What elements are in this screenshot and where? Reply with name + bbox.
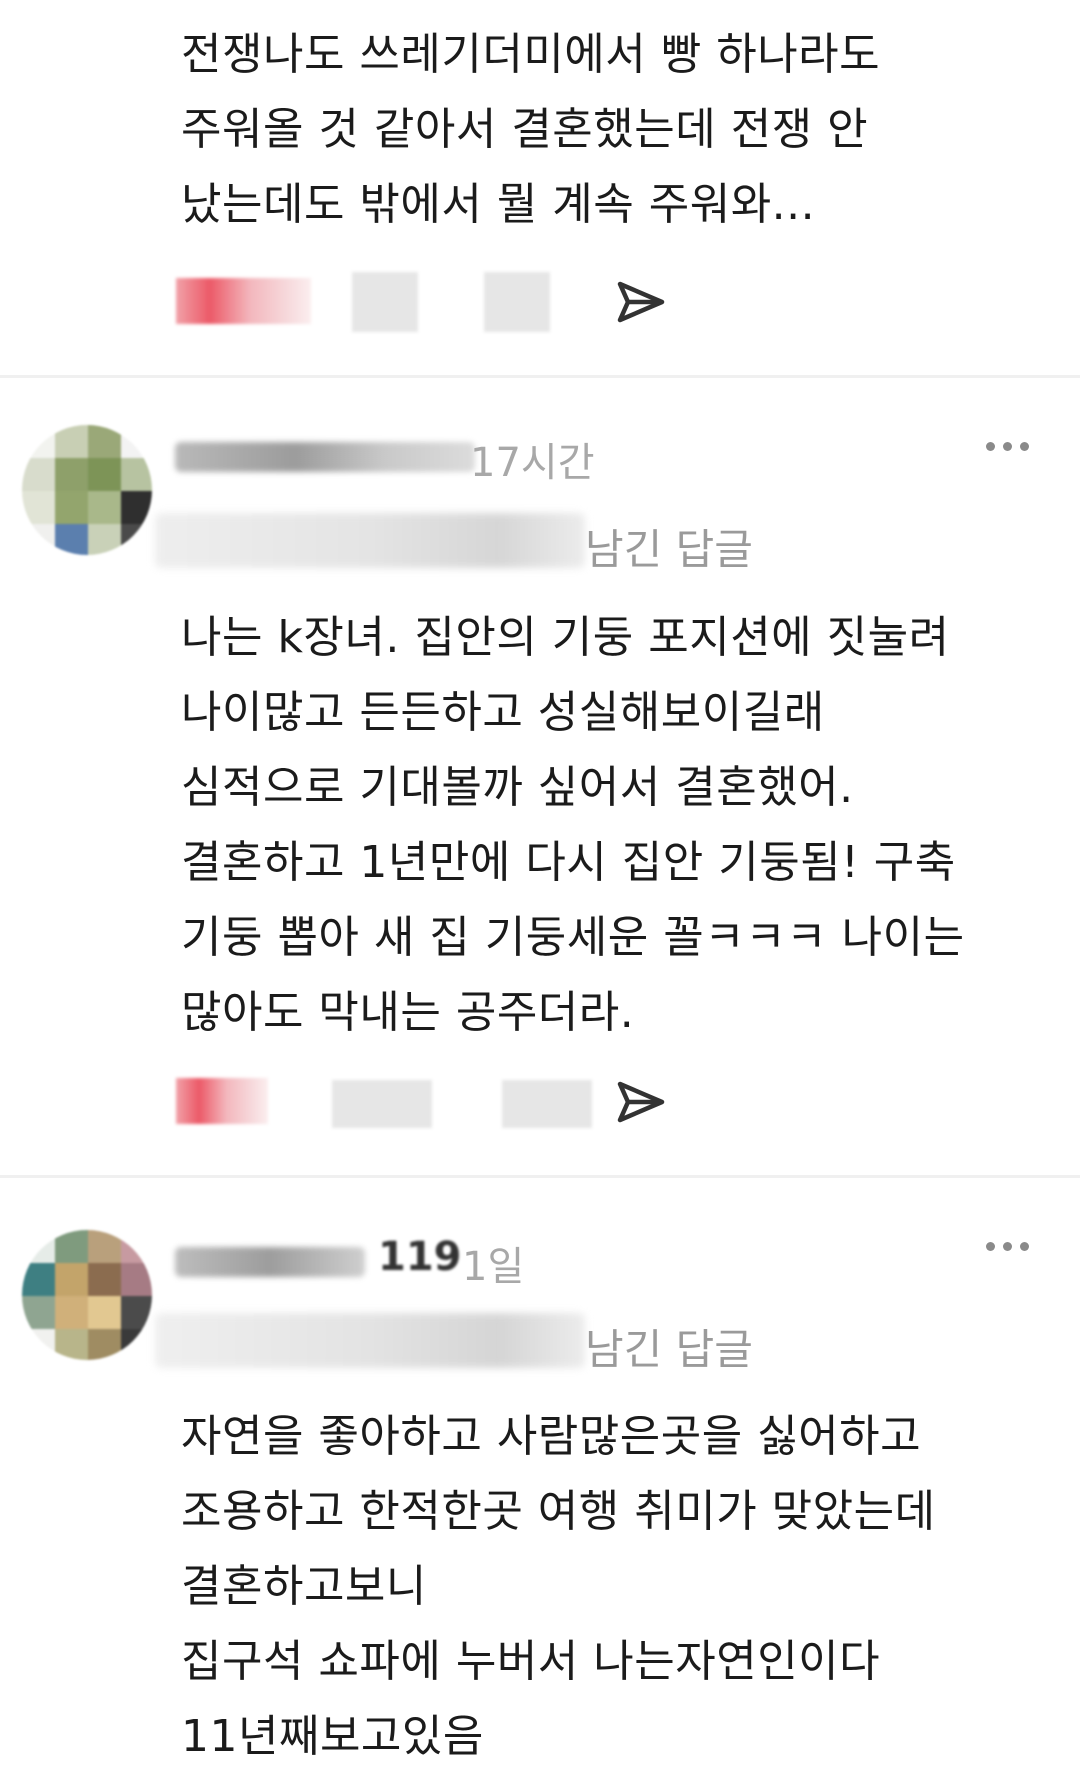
comment-line: 결혼하고 1년만에 다시 집안 기둥됨! 구축	[181, 837, 956, 888]
username[interactable]	[175, 1247, 365, 1277]
username[interactable]	[175, 442, 475, 472]
reply-label: 남긴 답글	[585, 1325, 753, 1374]
comment-line: 결혼하고보니	[181, 1561, 427, 1612]
reply-label: 남긴 답글	[585, 525, 753, 574]
send-icon[interactable]	[612, 274, 668, 330]
comment-line: 11년째보고있음	[181, 1711, 484, 1762]
comment-line: 나이많고 든든하고 성실해보이길래	[181, 687, 825, 738]
comment-divider	[0, 375, 1080, 378]
comment-actions-2	[172, 1068, 692, 1148]
comment-actions-1	[172, 268, 692, 348]
comment-line: 나는 k장녀. 집안의 기둥 포지션에 짓눌려	[181, 612, 950, 663]
comment-line: 주워올 것 같아서 결혼했는데 전쟁 안	[181, 104, 869, 155]
comment-divider	[0, 1175, 1080, 1178]
reply-target-user	[155, 1313, 585, 1368]
reply-button[interactable]	[484, 272, 550, 332]
avatar[interactable]	[22, 1230, 152, 1360]
reply-target-user	[155, 513, 585, 568]
avatar[interactable]	[22, 425, 152, 555]
like-button[interactable]	[176, 278, 311, 324]
comment-line: 났는데도 밖에서 뭘 계속 주워와...	[181, 179, 816, 230]
like-count	[352, 272, 418, 332]
comment-line: 기둥 뽑아 새 집 기둥세운 꼴ㅋㅋㅋ 나이는	[181, 912, 965, 963]
comment-line: 조용하고 한적한곳 여행 취미가 맞았는데	[181, 1486, 936, 1537]
comment-body-1: 전쟁나도 쓰레기더미에서 빵 하나라도 주워올 것 같아서 결혼했는데 전쟁 안…	[181, 17, 1051, 242]
reply-button[interactable]	[502, 1080, 592, 1128]
more-icon[interactable]	[986, 440, 1030, 454]
comment-line: 집구석 쇼파에 누버서 나는자연인이다	[181, 1636, 881, 1687]
username-suffix: 119	[378, 1234, 462, 1280]
like-button[interactable]	[176, 1078, 268, 1124]
comment-line: 자연을 좋아하고 사람많은곳을 싫어하고	[181, 1411, 922, 1462]
timestamp: 17시간	[470, 440, 595, 486]
comment-line: 많아도 막내는 공주더라.	[181, 987, 635, 1038]
timestamp: 1일	[462, 1244, 525, 1290]
comment-line: 심적으로 기대볼까 싶어서 결혼했어.	[181, 762, 854, 813]
send-icon[interactable]	[612, 1074, 668, 1130]
comment-body-3: 자연을 좋아하고 사람많은곳을 싫어하고 조용하고 한적한곳 여행 취미가 맞았…	[181, 1399, 1051, 1774]
comment-line: 전쟁나도 쓰레기더미에서 빵 하나라도	[181, 29, 881, 80]
like-count	[332, 1080, 432, 1128]
more-icon[interactable]	[986, 1240, 1030, 1254]
comment-thread: 전쟁나도 쓰레기더미에서 빵 하나라도 주워올 것 같아서 결혼했는데 전쟁 안…	[0, 0, 1080, 1791]
comment-body-2: 나는 k장녀. 집안의 기둥 포지션에 짓눌려 나이많고 든든하고 성실해보이길…	[181, 600, 1051, 1050]
